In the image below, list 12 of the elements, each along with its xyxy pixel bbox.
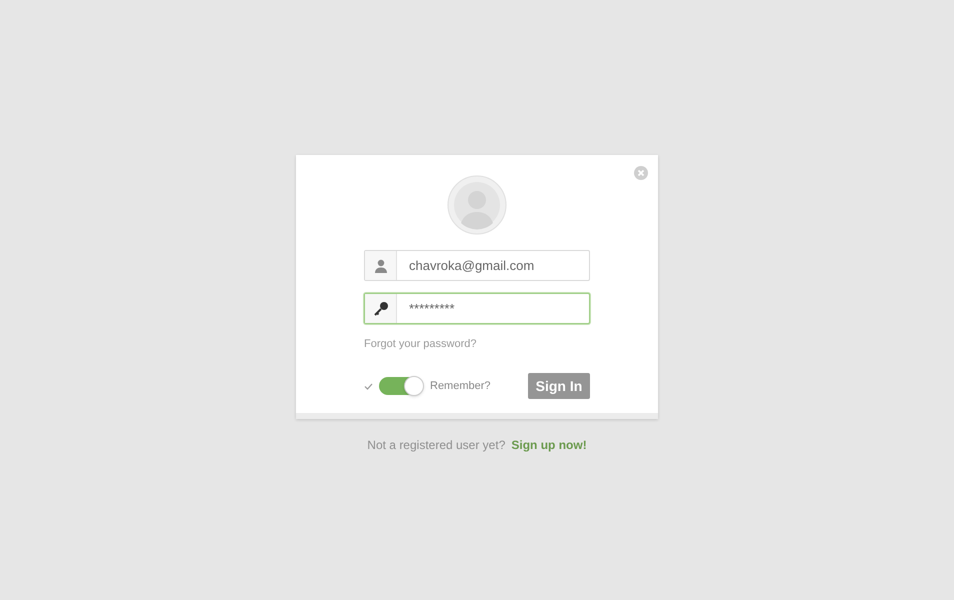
register-prompt: Not a registered user yet?: [367, 437, 506, 454]
forgot-password-link[interactable]: Forgot your password?: [364, 338, 476, 350]
avatar-icon: [447, 175, 507, 235]
close-icon[interactable]: [634, 166, 648, 180]
user-icon: [374, 258, 388, 272]
sign-up-link[interactable]: Sign up now!: [511, 436, 587, 454]
email-field[interactable]: chavroka@gmail.com: [364, 250, 590, 281]
check-icon: [364, 382, 373, 390]
remember-toggle[interactable]: [379, 377, 423, 395]
password-field[interactable]: *********: [364, 293, 590, 324]
remember-label: Remember?: [430, 378, 491, 394]
key-icon: [372, 300, 388, 316]
